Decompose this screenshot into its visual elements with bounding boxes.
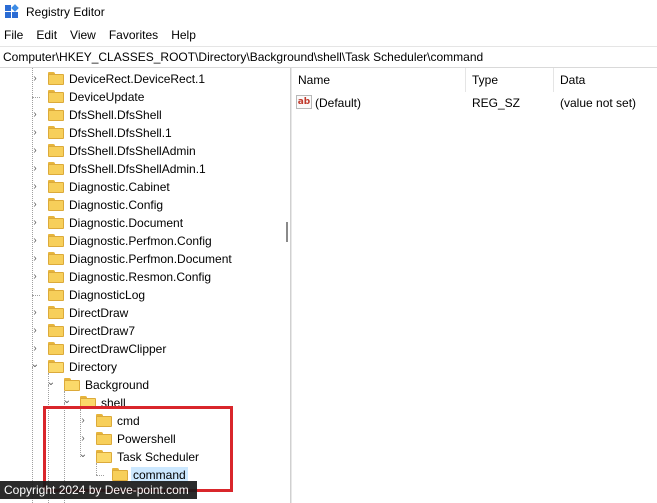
folder-icon — [48, 198, 64, 211]
tree-node[interactable]: › Diagnostic.Config — [0, 196, 283, 214]
tree-node[interactable]: ⌄ Background — [0, 376, 283, 394]
tree-node-label: DeviceUpdate — [69, 90, 145, 104]
folder-icon — [48, 360, 64, 373]
tree-node[interactable]: › DeviceRect.DeviceRect.1 — [0, 70, 283, 88]
tree-node-label: DirectDraw — [69, 306, 129, 320]
folder-icon — [48, 342, 64, 355]
folder-icon — [48, 306, 64, 319]
folder-icon — [48, 72, 64, 85]
title-bar: Registry Editor — [0, 0, 657, 24]
menu-help[interactable]: Help — [171, 28, 196, 42]
value-name: (Default) — [315, 96, 362, 110]
folder-icon — [64, 378, 80, 391]
tree-node[interactable]: › Diagnostic.Document — [0, 214, 283, 232]
tree-node-label: DfsShell.DfsShellAdmin.1 — [69, 162, 206, 176]
folder-icon — [48, 126, 64, 139]
tree-node[interactable]: › DfsShell.DfsShell.1 — [0, 124, 283, 142]
tree-node[interactable]: › DfsShell.DfsShellAdmin — [0, 142, 283, 160]
tree-node-label: DeviceRect.DeviceRect.1 — [69, 72, 206, 86]
tree-node[interactable]: › Diagnostic.Perfmon.Config — [0, 232, 283, 250]
menu-bar: File Edit View Favorites Help — [0, 24, 657, 46]
tree-node-label: Diagnostic.Document — [69, 216, 184, 230]
tree-node[interactable]: › DfsShell.DfsShellAdmin.1 — [0, 160, 283, 178]
tree-node-label: DfsShell.DfsShell — [69, 108, 162, 122]
tree-node[interactable]: › DirectDraw7 — [0, 322, 283, 340]
folder-icon — [48, 144, 64, 157]
tree-node-label: Diagnostic.Perfmon.Config — [69, 234, 212, 248]
window-title: Registry Editor — [26, 5, 105, 19]
registry-editor-icon — [4, 4, 20, 20]
tree-node[interactable]: › Diagnostic.Resmon.Config — [0, 268, 283, 286]
tree-node[interactable]: › DirectDraw — [0, 304, 283, 322]
tree-node-label: DiagnosticLog — [69, 288, 146, 302]
menu-view[interactable]: View — [70, 28, 96, 42]
tree-node[interactable]: DeviceUpdate — [0, 88, 283, 106]
folder-icon — [48, 180, 64, 193]
tree-node[interactable]: › Diagnostic.Perfmon.Document — [0, 250, 283, 268]
tree-node-label: Diagnostic.Perfmon.Document — [69, 252, 232, 266]
folder-icon — [48, 252, 64, 265]
tree-node[interactable]: ⌄ Directory — [0, 358, 283, 376]
string-value-icon: ab — [296, 95, 312, 109]
folder-icon — [48, 234, 64, 247]
tree-node-label: DfsShell.DfsShellAdmin — [69, 144, 196, 158]
address-bar[interactable]: Computer\HKEY_CLASSES_ROOT\Directory\Bac… — [0, 46, 657, 68]
folder-icon — [48, 108, 64, 121]
value-row[interactable]: ab (Default) REG_SZ (value not set) — [292, 94, 657, 112]
copyright-watermark: Copyright 2024 by Deve-point.com — [0, 481, 197, 499]
tree-connector — [64, 391, 65, 403]
tree-node-label: Background — [85, 378, 150, 392]
tree-node[interactable]: › DfsShell.DfsShell — [0, 106, 283, 124]
values-list: Name Type Data ab (Default) REG_SZ (valu… — [292, 68, 657, 503]
tree-scrollbar-thumb[interactable] — [286, 222, 288, 242]
highlight-annotation — [43, 406, 233, 492]
folder-icon — [48, 90, 64, 103]
column-header-type[interactable]: Type — [466, 68, 554, 92]
folder-icon — [48, 270, 64, 283]
tree-node[interactable]: DiagnosticLog — [0, 286, 283, 304]
tree-connector — [48, 373, 49, 385]
column-header-name[interactable]: Name — [292, 68, 466, 92]
column-header-data[interactable]: Data — [554, 68, 657, 92]
tree-node-label: DirectDraw7 — [69, 324, 136, 338]
tree-node[interactable]: › Diagnostic.Cabinet — [0, 178, 283, 196]
folder-icon — [48, 216, 64, 229]
value-data: (value not set) — [560, 96, 637, 110]
tree-node-label: Directory — [69, 360, 118, 374]
tree-node-label: DfsShell.DfsShell.1 — [69, 126, 172, 140]
folder-icon — [48, 324, 64, 337]
folder-icon — [48, 288, 64, 301]
value-type: REG_SZ — [472, 96, 521, 110]
tree-node-label: Diagnostic.Cabinet — [69, 180, 170, 194]
tree-node-label: Diagnostic.Resmon.Config — [69, 270, 212, 284]
menu-file[interactable]: File — [4, 28, 23, 42]
tree-node-label: Diagnostic.Config — [69, 198, 164, 212]
tree-node[interactable]: › DirectDrawClipper — [0, 340, 283, 358]
tree-connector — [32, 68, 33, 367]
menu-edit[interactable]: Edit — [36, 28, 57, 42]
menu-favorites[interactable]: Favorites — [109, 28, 158, 42]
folder-icon — [48, 162, 64, 175]
tree-node-label: DirectDrawClipper — [69, 342, 167, 356]
